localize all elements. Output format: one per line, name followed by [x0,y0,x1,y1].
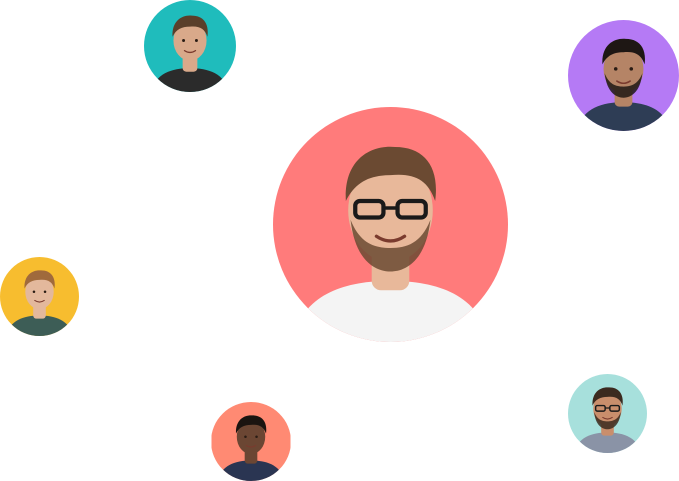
avatar-eye-right [255,435,258,439]
avatar-portrait-icon [568,20,679,131]
avatar-teal [144,0,236,92]
avatar-portrait-icon [568,374,647,453]
avatar-eye-right [194,39,198,42]
avatar-coral [211,402,291,481]
avatar-mint [568,374,647,453]
avatar-portrait-icon [144,0,236,92]
avatar-portrait-icon [211,402,291,481]
avatar-eye-left [613,67,618,71]
avatar-portrait-icon [273,107,508,342]
avatar-yellow [0,257,79,336]
avatar-eye-left [32,290,36,294]
avatar-main [273,107,508,342]
avatar-eye-left [182,39,186,42]
avatar-eye-left [244,435,247,439]
avatar-purple [568,20,679,131]
avatar-eye-right [629,67,634,71]
avatar-portrait-icon [0,257,79,336]
avatar-eye-right [43,290,47,294]
